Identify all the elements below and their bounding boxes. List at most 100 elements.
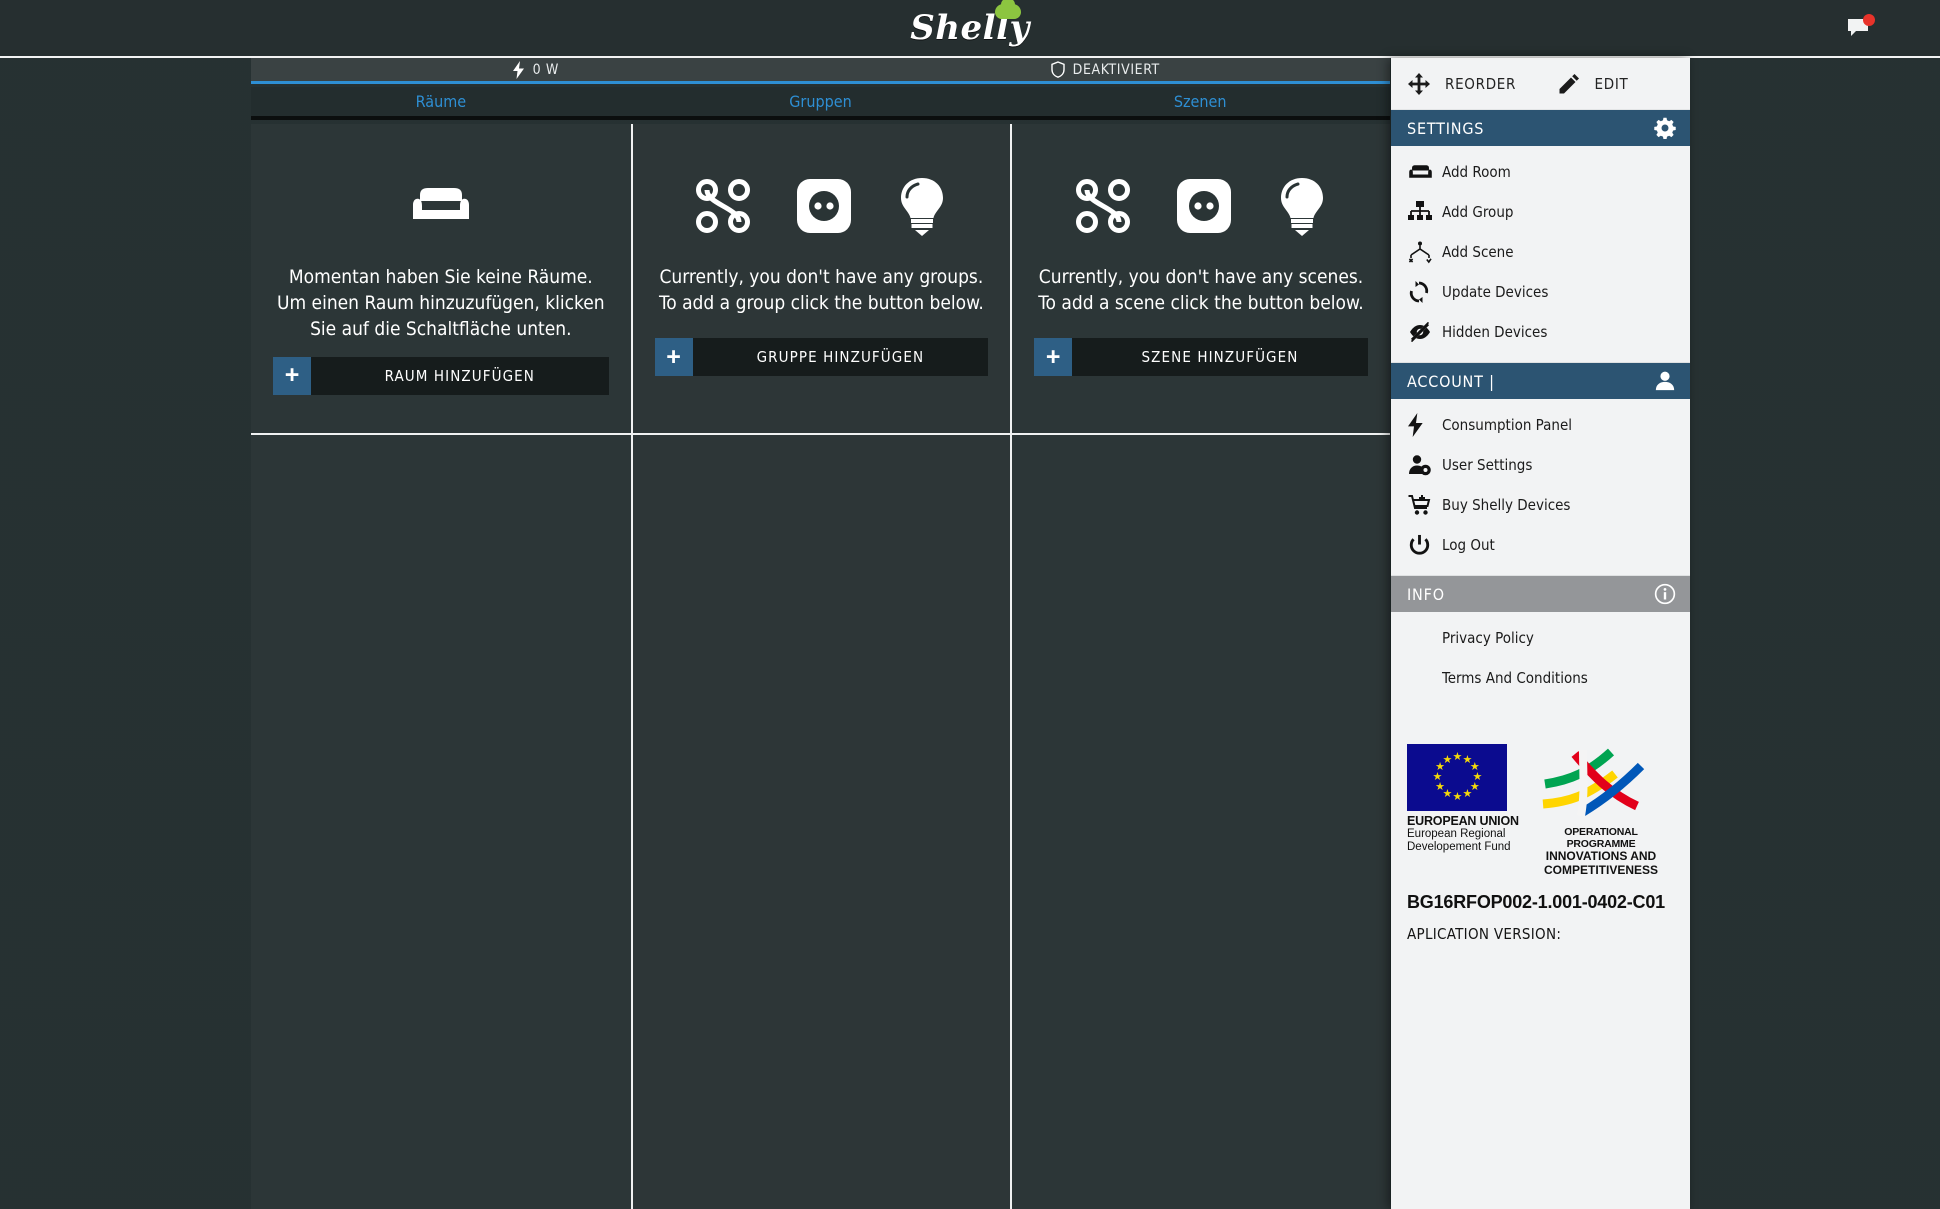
sofa-icon bbox=[410, 183, 472, 229]
socket-icon bbox=[1175, 177, 1233, 235]
alarm-status: DEAKTIVIERT bbox=[821, 61, 1391, 78]
rooms-empty-text: Momentan haben Sie keine Räume.Um einen … bbox=[273, 264, 609, 343]
eu-star-icon: ★ bbox=[1435, 783, 1444, 792]
settings-items: Add Room Add Group bbox=[1391, 146, 1690, 362]
top-bar: Shelly bbox=[0, 0, 1940, 58]
menu-item-privacy-policy[interactable]: Privacy Policy bbox=[1391, 618, 1690, 658]
reorder-label: REORDER bbox=[1445, 75, 1516, 93]
user-gear-icon bbox=[1408, 454, 1442, 476]
power-value: 0 W bbox=[533, 62, 559, 78]
tab-label-scenes: Szenen bbox=[1174, 92, 1227, 111]
sidebar-item-scenes[interactable]: Szenen bbox=[1010, 87, 1390, 116]
scenes-column: Currently, you don't have any scenes.To … bbox=[1010, 124, 1390, 1209]
eu-funding-block: ★★★★★★★★★★★★ EUROPEAN UNION European Reg… bbox=[1391, 708, 1690, 943]
menu-item-hidden-devices[interactable]: Hidden Devices bbox=[1391, 312, 1690, 352]
menu-item-log-out[interactable]: Log Out bbox=[1391, 525, 1690, 565]
notifications-button[interactable] bbox=[1844, 12, 1876, 44]
account-section-header: ACCOUNT | bbox=[1391, 363, 1690, 399]
menu-item-buy-shelly-devices[interactable]: Buy Shelly Devices bbox=[1391, 485, 1690, 525]
groups-empty-text: Currently, you don't have any groups.To … bbox=[659, 264, 984, 316]
add-scene-button[interactable]: + SZENE HINZUFÜGEN bbox=[1034, 338, 1368, 376]
nodes-icon bbox=[1075, 178, 1131, 234]
eu-star-icon: ★ bbox=[1443, 756, 1452, 765]
menu-item-label: Consumption Panel bbox=[1442, 416, 1572, 434]
scenes-empty-text: Currently, you don't have any scenes.To … bbox=[1038, 264, 1363, 316]
plus-icon: + bbox=[1034, 338, 1072, 376]
sofa-icon bbox=[1408, 163, 1442, 182]
status-bar: 0 W DEAKTIVIERT bbox=[251, 58, 1390, 84]
menu-top-actions: REORDER EDIT bbox=[1391, 58, 1690, 110]
lightning-bolt-icon bbox=[1408, 413, 1442, 437]
chat-bubble-icon bbox=[1844, 12, 1876, 44]
menu-item-add-scene[interactable]: Add Scene bbox=[1391, 232, 1690, 272]
menu-item-add-room[interactable]: Add Room bbox=[1391, 152, 1690, 192]
op-ribbons-icon bbox=[1541, 746, 1657, 820]
user-icon bbox=[1654, 370, 1676, 392]
gear-icon bbox=[1654, 117, 1676, 139]
app-version-label: APLICATION VERSION: bbox=[1407, 925, 1674, 943]
bulb-icon bbox=[897, 176, 947, 236]
plus-icon: + bbox=[273, 357, 311, 395]
scene-nodes-icon bbox=[1408, 241, 1442, 264]
eu-star-icon: ★ bbox=[1453, 793, 1462, 802]
menu-item-add-group[interactable]: Add Group bbox=[1391, 192, 1690, 232]
menu-item-label: Add Room bbox=[1442, 163, 1511, 181]
menu-item-label: Add Scene bbox=[1442, 243, 1514, 261]
menu-item-terms-and-conditions[interactable]: Terms And Conditions bbox=[1391, 658, 1690, 698]
menu-item-label: User Settings bbox=[1442, 456, 1532, 474]
lightning-bolt-icon bbox=[513, 61, 525, 79]
groups-column: Currently, you don't have any groups.To … bbox=[631, 124, 1011, 1209]
eu-star-icon: ★ bbox=[1453, 753, 1462, 762]
power-icon bbox=[1408, 534, 1442, 557]
menu-item-label: Buy Shelly Devices bbox=[1442, 496, 1570, 514]
cloud-icon bbox=[995, 4, 1021, 19]
reorder-button[interactable]: REORDER bbox=[1391, 72, 1541, 96]
grant-code: BG16RFOP002-1.001-0402-C01 bbox=[1407, 892, 1674, 913]
add-scene-label: SZENE HINZUFÜGEN bbox=[1072, 338, 1368, 376]
account-title: ACCOUNT | bbox=[1407, 372, 1495, 391]
settings-menu-panel: REORDER EDIT SETTINGS Add Room bbox=[1391, 58, 1690, 1209]
op-subtitle: INNOVATIONS ANDCOMPETITIVENESS bbox=[1541, 850, 1661, 878]
add-group-button[interactable]: + GRUPPE HINZUFÜGEN bbox=[655, 338, 989, 376]
add-group-label: GRUPPE HINZUFÜGEN bbox=[693, 338, 989, 376]
groups-empty-icons bbox=[695, 170, 947, 242]
pencil-icon bbox=[1557, 72, 1581, 96]
sidebar-item-rooms[interactable]: Räume bbox=[251, 87, 631, 116]
add-room-button[interactable]: + RAUM HINZUFÜGEN bbox=[273, 357, 609, 395]
plus-icon: + bbox=[655, 338, 693, 376]
sidebar-item-groups[interactable]: Gruppen bbox=[631, 87, 1011, 116]
eu-star-icon: ★ bbox=[1463, 790, 1472, 799]
eu-flag-icon: ★★★★★★★★★★★★ bbox=[1407, 744, 1507, 811]
move-arrows-icon bbox=[1407, 72, 1431, 96]
menu-item-consumption-panel[interactable]: Consumption Panel bbox=[1391, 405, 1690, 445]
info-items: Privacy Policy Terms And Conditions bbox=[1391, 612, 1690, 708]
sitemap-icon bbox=[1408, 201, 1442, 223]
eu-subtitle: European RegionalDevelopement Fund bbox=[1407, 828, 1527, 854]
brand-logo: Shelly bbox=[0, 0, 1940, 56]
account-items: Consumption Panel User Settings bbox=[1391, 399, 1690, 575]
power-status: 0 W bbox=[251, 61, 821, 79]
settings-title: SETTINGS bbox=[1407, 119, 1484, 138]
bulb-icon bbox=[1277, 176, 1327, 236]
info-section-header: INFO bbox=[1391, 576, 1690, 612]
add-room-label: RAUM HINZUFÜGEN bbox=[311, 357, 609, 395]
socket-icon bbox=[795, 177, 853, 235]
app-root: Shelly 0 W DEAKTIVIERT Räume Gr bbox=[0, 0, 1940, 1209]
info-circle-icon bbox=[1654, 583, 1676, 605]
eye-slash-icon bbox=[1408, 322, 1442, 342]
menu-item-update-devices[interactable]: Update Devices bbox=[1391, 272, 1690, 312]
menu-item-user-settings[interactable]: User Settings bbox=[1391, 445, 1690, 485]
menu-item-label: Privacy Policy bbox=[1442, 629, 1534, 647]
op-title: OPERATIONAL PROGRAMME bbox=[1541, 826, 1661, 850]
shield-icon bbox=[1051, 61, 1065, 78]
info-title: INFO bbox=[1407, 585, 1445, 604]
content-columns: Momentan haben Sie keine Räume.Um einen … bbox=[251, 124, 1390, 1209]
rooms-empty-icons bbox=[410, 170, 472, 242]
menu-item-label: Terms And Conditions bbox=[1442, 669, 1588, 687]
menu-item-label: Add Group bbox=[1442, 203, 1513, 221]
nodes-icon bbox=[695, 178, 751, 234]
edit-button[interactable]: EDIT bbox=[1541, 72, 1691, 96]
rooms-column: Momentan haben Sie keine Räume.Um einen … bbox=[251, 124, 631, 1209]
menu-item-label: Update Devices bbox=[1442, 283, 1548, 301]
op-logo: OPERATIONAL PROGRAMME INNOVATIONS ANDCOM… bbox=[1541, 744, 1661, 878]
